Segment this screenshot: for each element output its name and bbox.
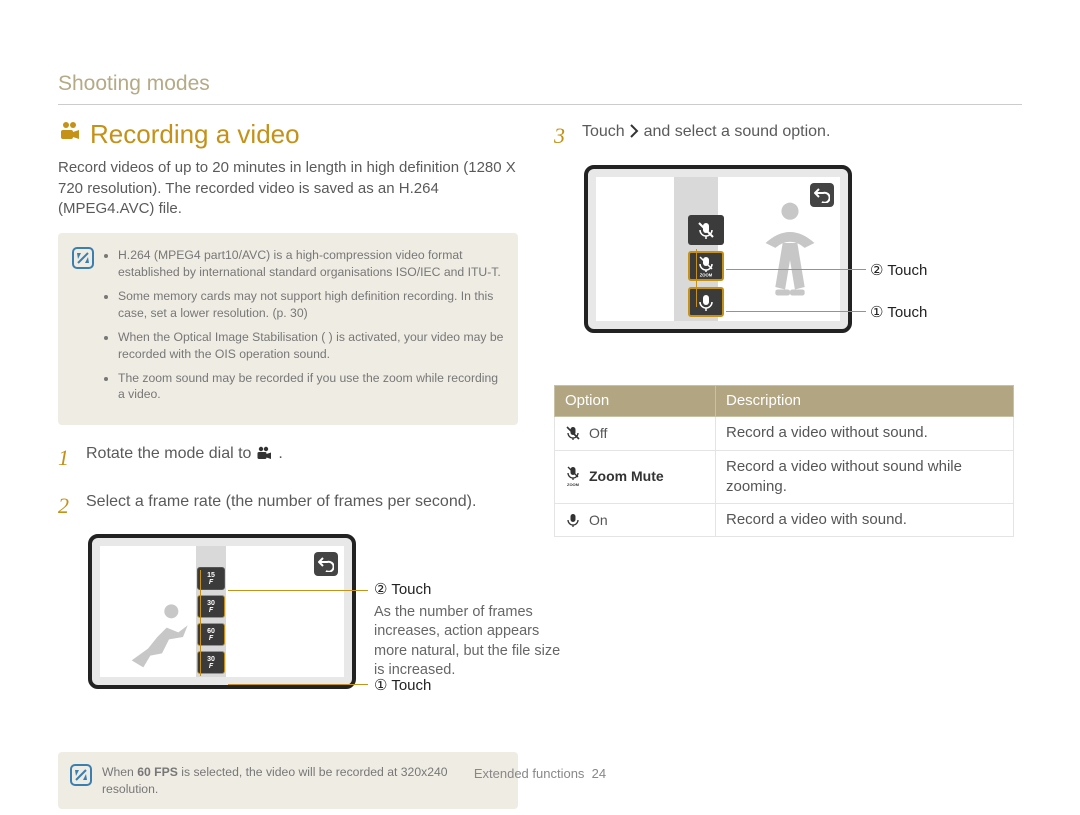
callout-line <box>228 684 368 685</box>
callout-line <box>726 269 866 270</box>
table-row: ZOOM Zoom Mute Record a video without so… <box>555 450 1014 504</box>
step-2: 2 Select a frame rate (the number of fra… <box>58 491 518 521</box>
section-header: Shooting modes <box>58 70 1022 105</box>
option-label: On <box>589 511 608 530</box>
mic-off-icon <box>565 425 581 441</box>
table-head-option: Option <box>555 386 716 417</box>
step-3-text-a: Touch <box>582 123 629 140</box>
note-item: The zoom sound may be recorded if you us… <box>118 370 504 403</box>
step-3-text: Touch and select a sound option. <box>582 121 830 145</box>
note-item: H.264 (MPEG4 part10/AVC) is a high-compr… <box>118 247 504 280</box>
right-column: 3 Touch and select a sound option. <box>554 117 1014 809</box>
callout-label: ② Touch <box>374 580 574 600</box>
runner-icon <box>126 602 198 672</box>
note-item: Some memory cards may not support high d… <box>118 288 504 321</box>
callout-1: ① Touch <box>374 676 574 696</box>
step-1-text-a: Rotate the mode dial to <box>86 445 256 462</box>
fps-option[interactable]: 60F <box>197 623 225 646</box>
sound-options-table: Option Description Off Record a video wi… <box>554 385 1014 537</box>
video-mode-icon <box>256 445 274 467</box>
sound-option-zoom-mute[interactable]: ZOOM <box>688 251 724 281</box>
fps-option-list: 15F 30F 60F 30F <box>197 567 225 679</box>
page-root: Shooting modes Recording a video Record … <box>0 0 1080 809</box>
fps-value: 60 <box>207 628 215 635</box>
back-button[interactable] <box>314 552 338 576</box>
callout-1: ① Touch <box>870 303 1070 323</box>
page-footer: Extended functions 24 <box>0 765 1080 783</box>
camera-screen: ZOOM <box>584 165 852 333</box>
step-3-text-b: and select a sound option. <box>644 123 831 140</box>
note-list: H.264 (MPEG4 part10/AVC) is a high-compr… <box>104 247 504 411</box>
option-label: Zoom Mute <box>589 467 664 486</box>
sound-option-diagram: ZOOM ② Touch ① Touch <box>554 165 1014 355</box>
camera-screen: 15F 30F 60F 30F <box>88 534 356 689</box>
frame-rate-diagram: 15F 30F 60F 30F ② Touch As the number of… <box>58 534 518 724</box>
left-column: Recording a video Record videos of up to… <box>58 117 518 809</box>
fps-value: 30 <box>207 600 215 607</box>
step-1-text: Rotate the mode dial to . <box>86 443 283 467</box>
fps-option[interactable]: 30F <box>197 651 225 674</box>
step-number: 3 <box>554 121 572 151</box>
page-title-row: Recording a video <box>58 117 518 152</box>
callout-2: ② Touch <box>870 261 1070 281</box>
screen-content: ZOOM <box>596 177 840 321</box>
step-1: 1 Rotate the mode dial to . <box>58 443 518 473</box>
dancer-icon <box>750 199 830 309</box>
chevron-right-icon <box>629 123 639 145</box>
table-head-desc: Description <box>716 386 1014 417</box>
mic-on-icon <box>565 512 581 528</box>
callout-2: ② Touch As the number of frames increase… <box>374 580 574 681</box>
svg-text:ZOOM: ZOOM <box>567 482 580 487</box>
page-title: Recording a video <box>90 117 300 152</box>
callout-line <box>696 249 697 307</box>
step-2-text: Select a frame rate (the number of frame… <box>86 491 476 513</box>
fps-value: 30 <box>207 656 215 663</box>
fps-value: 15 <box>207 572 215 579</box>
table-row: On Record a video with sound. <box>555 504 1014 537</box>
content-columns: Recording a video Record videos of up to… <box>58 117 1022 809</box>
step-number: 2 <box>58 491 76 521</box>
note-icon <box>72 247 94 411</box>
footer-page-number: 24 <box>592 766 606 781</box>
option-desc: Record a video without sound. <box>716 417 1014 450</box>
option-label: Off <box>589 424 607 443</box>
intro-text: Record videos of up to 20 minutes in len… <box>58 158 518 219</box>
svg-text:ZOOM: ZOOM <box>700 273 713 278</box>
step-1-text-b: . <box>278 445 282 462</box>
sound-option-list: ZOOM <box>688 215 724 323</box>
callout-line <box>228 590 368 591</box>
screen-content: 15F 30F 60F 30F <box>100 546 344 677</box>
callout-line <box>200 570 201 676</box>
footer-label: Extended functions <box>474 766 585 781</box>
callout-line <box>726 311 866 312</box>
sound-option-off[interactable] <box>688 215 724 245</box>
step-number: 1 <box>58 443 76 473</box>
fps-option[interactable]: 30F <box>197 595 225 618</box>
video-camera-icon <box>58 120 82 150</box>
info-note-box: H.264 (MPEG4 part10/AVC) is a high-compr… <box>58 233 518 425</box>
sound-option-on[interactable] <box>688 287 724 317</box>
fps-option[interactable]: 15F <box>197 567 225 590</box>
option-desc: Record a video without sound while zoomi… <box>716 450 1014 504</box>
mic-zoom-mute-icon: ZOOM <box>565 466 581 488</box>
note-item: When the Optical Image Stabilisation ( )… <box>118 329 504 362</box>
step-3: 3 Touch and select a sound option. <box>554 121 1014 151</box>
table-row: Off Record a video without sound. <box>555 417 1014 450</box>
callout-label: ① Touch <box>374 676 574 696</box>
callout-desc: As the number of frames increases, actio… <box>374 603 574 681</box>
callout-label: ② Touch <box>870 261 1070 281</box>
option-desc: Record a video with sound. <box>716 504 1014 537</box>
callout-label: ① Touch <box>870 303 1070 323</box>
